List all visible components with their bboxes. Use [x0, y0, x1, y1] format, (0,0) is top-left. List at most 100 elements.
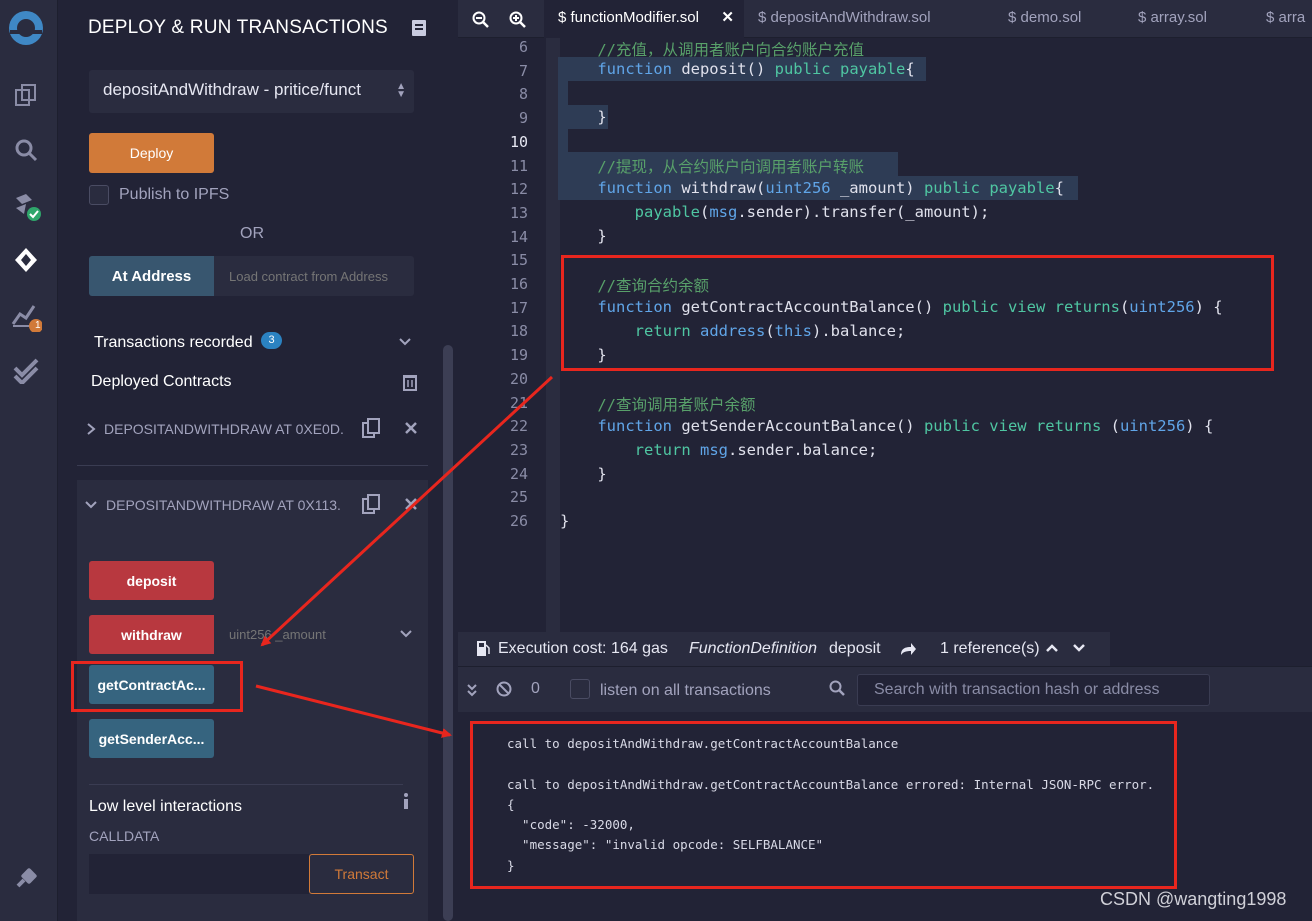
collapse-terminal-icon[interactable]: [466, 683, 478, 697]
goto-arrow-icon[interactable]: [899, 641, 917, 657]
close-icon[interactable]: [405, 422, 417, 434]
line-number: 17: [509, 298, 528, 317]
tab-function-modifier[interactable]: $ functionModifier.sol ✕: [544, 0, 744, 38]
function-name: deposit: [829, 640, 881, 657]
line-number: 16: [509, 275, 528, 293]
line-number: 20: [509, 369, 528, 388]
plugin-manager-icon[interactable]: [10, 862, 42, 894]
documentation-icon[interactable]: [412, 20, 426, 36]
at-address-button[interactable]: At Address: [89, 256, 214, 296]
load-address-input[interactable]: [214, 256, 414, 296]
icon-panel: 1: [0, 0, 58, 921]
tx-search-input[interactable]: Search with transaction hash or address: [857, 674, 1210, 706]
contract-select-value: depositAndWithdraw - pritice/funct: [103, 80, 361, 99]
deploy-run-panel: DEPLOY & RUN TRANSACTIONS depositAndWith…: [58, 0, 458, 921]
transact-button[interactable]: Transact: [309, 854, 414, 894]
solidity-file-icon: $: [1138, 9, 1151, 26]
tab-array[interactable]: $ array.sol: [1138, 0, 1248, 38]
select-arrow-icon: ▲ ▼: [396, 81, 406, 100]
deployed-contract-2[interactable]: DEPOSITANDWITHDRAW AT 0X113.: [106, 497, 341, 513]
verify-icon[interactable]: [10, 354, 42, 386]
calldata-label: CALLDATA: [89, 828, 160, 844]
line-number: 9: [518, 109, 528, 128]
line-number: 6: [518, 38, 528, 56]
deposit-button[interactable]: deposit: [89, 561, 214, 600]
tab-label: arra: [1278, 9, 1306, 26]
zoom-out-icon[interactable]: [472, 11, 490, 29]
copy-icon[interactable]: [362, 418, 380, 438]
solidity-file-icon: $: [1008, 9, 1021, 26]
close-tab-icon[interactable]: ✕: [721, 0, 734, 36]
clear-console-icon[interactable]: [496, 681, 512, 697]
or-label: OR: [240, 225, 264, 242]
chevron-right-icon[interactable]: [85, 422, 97, 436]
function-info-bar: Execution cost: 164 gas FunctionDefiniti…: [458, 632, 1110, 666]
code-line: function deposit() public payable{: [597, 60, 915, 78]
code-line: }: [560, 108, 607, 126]
close-icon[interactable]: [405, 498, 417, 510]
listen-all-label: listen on all transactions: [600, 682, 771, 699]
trash-icon[interactable]: [402, 373, 418, 391]
line-number: 22: [509, 417, 528, 436]
listen-all-checkbox[interactable]: [570, 679, 590, 699]
tab-label: depositAndWithdraw.sol: [770, 9, 931, 26]
chevron-up-icon[interactable]: [1045, 642, 1059, 654]
line-number: 18: [509, 322, 528, 341]
withdraw-amount-input[interactable]: [214, 615, 394, 654]
transactions-count-badge: 3: [261, 332, 282, 349]
chevron-down-icon[interactable]: [399, 628, 413, 640]
publish-ipfs-checkbox[interactable]: [89, 185, 109, 205]
contract-select[interactable]: depositAndWithdraw - pritice/funct ▲ ▼: [89, 70, 414, 113]
line-number: 15: [509, 251, 528, 270]
tab-demo[interactable]: $ demo.sol: [1008, 0, 1118, 38]
line-number: 7: [518, 61, 528, 80]
chevron-down-icon[interactable]: [398, 336, 412, 348]
line-number: 8: [518, 85, 528, 104]
transactions-recorded-label[interactable]: Transactions recorded: [94, 334, 253, 352]
code-line: function getSenderAccountBalance() publi…: [597, 417, 1214, 435]
panel-scrollbar[interactable]: [443, 345, 453, 921]
solidity-file-icon: $: [1266, 9, 1279, 26]
deployed-contract-1[interactable]: DEPOSITANDWITHDRAW AT 0XE0D.: [104, 421, 344, 437]
line-number: 25: [509, 488, 528, 507]
pending-tx-count: 0: [531, 680, 540, 697]
withdraw-button[interactable]: withdraw: [89, 615, 214, 654]
selection-highlight: [558, 129, 568, 153]
line-number: 10: [509, 132, 528, 151]
editor-tabs: $ functionModifier.sol ✕ $ depositAndWit…: [458, 0, 1312, 38]
file-explorer-icon[interactable]: [10, 79, 42, 111]
tab-array-2[interactable]: $ arra: [1266, 0, 1312, 38]
get-sender-balance-button[interactable]: getSenderAcc...: [89, 719, 214, 758]
analytics-icon[interactable]: 1: [10, 300, 42, 332]
deploy-run-icon[interactable]: [10, 244, 42, 276]
execution-cost: Execution cost: 164 gas: [498, 640, 668, 657]
terminal-toolbar: 0 listen on all transactions Search with…: [458, 666, 1312, 712]
chevron-down-icon[interactable]: [1072, 642, 1086, 654]
code-line: //提现，从合约账户向调用者账户转账: [560, 158, 864, 176]
line-number: 23: [509, 440, 528, 459]
tab-label: array.sol: [1150, 9, 1207, 26]
code-line: //充值，从调用者账户向合约账户充值: [560, 41, 864, 59]
deploy-button[interactable]: Deploy: [89, 133, 214, 173]
search-icon[interactable]: [10, 134, 42, 166]
solidity-file-icon: $: [758, 9, 771, 26]
compiler-icon[interactable]: [10, 190, 42, 222]
copy-icon[interactable]: [362, 494, 380, 514]
line-number: 26: [509, 512, 528, 530]
code-line: //查询调用者账户余额: [560, 396, 756, 414]
code-line: return msg.sender.balance;: [634, 441, 878, 459]
calldata-input[interactable]: [89, 854, 309, 894]
info-icon[interactable]: [402, 793, 410, 809]
tab-label: demo.sol: [1020, 9, 1082, 26]
watermark: CSDN @wangting1998: [1100, 889, 1287, 909]
publish-ipfs-label: Publish to IPFS: [119, 186, 230, 203]
annotation-box-button: [71, 661, 243, 712]
line-number: 19: [509, 346, 528, 365]
zoom-in-icon[interactable]: [509, 11, 527, 29]
chevron-down-icon[interactable]: [84, 499, 98, 511]
deployed-contracts-label: Deployed Contracts: [91, 373, 232, 390]
tab-deposit-withdraw[interactable]: $ depositAndWithdraw.sol: [758, 0, 973, 38]
remix-logo-icon[interactable]: [6, 8, 46, 48]
divider: [77, 465, 428, 466]
annotation-box-terminal: [470, 721, 1177, 889]
